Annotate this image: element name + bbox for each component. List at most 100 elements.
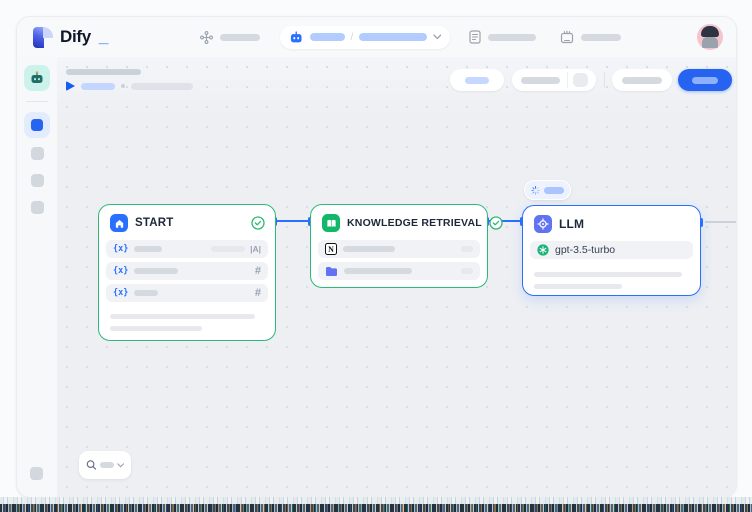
top-header: Dify _ / (17, 17, 736, 57)
model-row: gpt-3.5-turbo (530, 241, 693, 259)
node-knowledge-retrieval[interactable]: KNOWLEDGE RETRIEVAL N (310, 204, 488, 288)
split-menu-button[interactable] (573, 73, 588, 87)
variable-row: {x} |A| (106, 240, 268, 258)
node-llm[interactable]: LLM gpt-3.5-turbo (522, 205, 701, 296)
features-button[interactable] (450, 69, 504, 91)
skeleton-bar (534, 284, 622, 289)
docs-menu[interactable] (469, 30, 536, 44)
user-avatar[interactable] (697, 24, 723, 50)
variable-row: {x} # (106, 262, 268, 280)
sidebar-item-2[interactable] (31, 147, 44, 160)
check-circle-icon (251, 216, 265, 230)
sidebar-item-3[interactable] (31, 174, 44, 187)
type-number-icon: # (255, 287, 261, 299)
node-title: KNOWLEDGE RETRIEVAL (347, 217, 482, 229)
chevron-down-icon (117, 463, 124, 468)
skeleton-bar (622, 77, 662, 84)
sidebar-item-settings[interactable] (30, 467, 43, 480)
dot-separator (121, 84, 125, 88)
openai-icon (537, 244, 549, 256)
variable-icon: {x} (113, 244, 128, 254)
skeleton-bar (134, 246, 162, 252)
skeleton-bar (461, 268, 473, 274)
skeleton-bar (131, 83, 193, 90)
skeleton-bar (81, 83, 115, 90)
skeleton-bar (461, 246, 473, 252)
sidebar-divider (26, 101, 48, 102)
spinner-icon (531, 185, 540, 196)
edge-start-to-kr (276, 220, 310, 222)
publish-button[interactable] (678, 69, 732, 91)
brand-name: Dify (60, 27, 91, 47)
skeleton-bar (692, 77, 718, 84)
folder-icon (325, 266, 338, 277)
loading-indicator (524, 180, 571, 200)
node-start-variables: {x} |A| {x} # {x} # (99, 238, 275, 302)
monitor-menu[interactable] (560, 30, 621, 44)
model-name: gpt-3.5-turbo (555, 244, 615, 256)
play-icon[interactable] (66, 81, 75, 91)
workflow-canvas[interactable]: START {x} |A| {x} # (57, 57, 736, 497)
split-divider (567, 72, 568, 88)
node-start[interactable]: START {x} |A| {x} # (98, 204, 276, 341)
node-llm-model: gpt-3.5-turbo (523, 239, 700, 259)
skeleton-bar (465, 77, 489, 84)
skeleton-bar (343, 246, 395, 252)
app-window: Dify _ / (16, 16, 737, 498)
workflow-menu[interactable] (200, 31, 260, 44)
dify-logo[interactable]: Dify _ (33, 27, 108, 48)
type-number-icon: # (255, 265, 261, 277)
node-start-header: START (99, 205, 275, 238)
skeleton-bar (359, 33, 426, 41)
secondary-button[interactable] (612, 69, 672, 91)
variable-icon: {x} (113, 288, 128, 298)
dataset-row: N (318, 240, 480, 258)
sidebar-item-workflow-active[interactable] (24, 112, 50, 138)
screenshot-noise-band (0, 504, 752, 512)
robot-icon (289, 30, 303, 45)
variable-row: {x} # (106, 284, 268, 302)
workflow-block-icon (31, 119, 43, 131)
type-string-icon: |A| (250, 244, 261, 254)
brand-cursor: _ (99, 27, 108, 47)
dataset-row (318, 262, 480, 280)
skeleton-bar (134, 290, 158, 296)
skeleton-bar (110, 326, 202, 331)
app-switcher[interactable]: / (280, 26, 450, 49)
brain-chip-icon (534, 215, 552, 233)
split-button[interactable] (512, 69, 596, 91)
skeleton-bar (521, 77, 560, 84)
monitor-icon (560, 30, 574, 44)
check-circle-icon (489, 216, 503, 230)
docs-icon (469, 30, 481, 44)
skeleton-bar (534, 272, 682, 277)
avatar-hat (701, 26, 719, 37)
sidebar (17, 57, 57, 497)
workflow-icon (200, 31, 213, 44)
skeleton-bar (544, 187, 564, 194)
skeleton-bar (110, 314, 255, 319)
pill-separator: / (351, 32, 354, 43)
skeleton-bar (488, 34, 536, 41)
avatar-body (702, 37, 718, 48)
node-llm-header: LLM (523, 206, 700, 239)
sidebar-app-icon[interactable] (24, 65, 50, 91)
zoom-level-skeleton (100, 462, 114, 468)
skeleton-bar (344, 268, 412, 274)
node-title: START (135, 217, 173, 229)
sidebar-item-4[interactable] (31, 201, 44, 214)
skeleton-bar (310, 33, 345, 41)
skeleton-bar (211, 246, 245, 252)
workflow-title-skeleton (66, 69, 141, 75)
zoom-control[interactable] (79, 451, 131, 479)
node-title: LLM (559, 217, 584, 231)
notion-icon: N (325, 243, 337, 255)
book-icon (322, 214, 340, 232)
dify-logo-icon (33, 27, 53, 48)
toolbar-divider (604, 72, 605, 88)
screenshot-noise-band (0, 497, 752, 504)
skeleton-bar (134, 268, 178, 274)
canvas-toolbar (450, 69, 732, 91)
node-llm-footer (523, 259, 700, 289)
chevron-down-icon (433, 34, 442, 40)
